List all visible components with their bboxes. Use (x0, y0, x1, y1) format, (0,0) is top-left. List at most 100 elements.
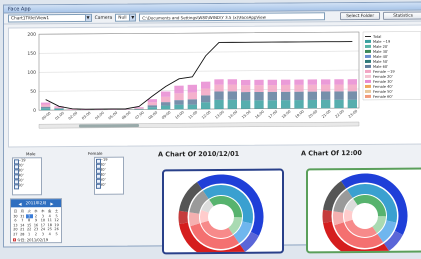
calendar-day[interactable]: 18 (46, 223, 53, 227)
y-tick-label: 50 (30, 89, 36, 95)
bar-segment (54, 108, 64, 109)
chart-select[interactable]: Chart1Title\View1 ▼ (8, 13, 92, 23)
female-age-list[interactable]: ~19 20' 30' 40' 50' 60' (94, 156, 124, 195)
scrollbar-thumb (79, 124, 139, 128)
chevron-left-icon[interactable]: ◀ (19, 201, 22, 206)
legend-swatch (365, 49, 371, 53)
donut-segment (201, 199, 214, 213)
legend-label: Male 40' (373, 55, 388, 59)
pie-chart-time (306, 167, 421, 259)
bar-segment (147, 107, 158, 110)
bar-segment (334, 91, 344, 100)
bar-segment (321, 99, 331, 109)
donut-segment (344, 209, 353, 223)
chevron-down-icon[interactable]: ▼ (84, 14, 91, 21)
calendar-day[interactable]: 6 (12, 218, 19, 222)
legend-label: Female 30' (373, 80, 393, 84)
bar-segment (241, 79, 251, 86)
female-age-checkbox[interactable]: 60' (95, 183, 123, 188)
calendar-day[interactable]: 16 (33, 223, 40, 227)
calendar-day[interactable]: 19 (53, 223, 60, 227)
calendar-day[interactable]: 30 (12, 214, 19, 218)
calendar-day[interactable]: 25 (46, 227, 53, 231)
bar-segment (147, 105, 158, 108)
calendar-day[interactable]: 4 (46, 214, 53, 218)
calendar-day[interactable]: 7 (19, 218, 26, 222)
folder-path-field[interactable]: C:\Documents and Settings\W80\WIND\Y 3.5… (139, 12, 326, 22)
calendar-day[interactable]: 5 (53, 232, 60, 236)
bar-segment (307, 84, 317, 92)
camera-select[interactable]: Null ▼ (115, 13, 137, 22)
x-tick-label: 04:00 (94, 110, 105, 120)
calendar-weekday: 金 (48, 209, 52, 214)
bar-segment (214, 84, 224, 92)
male-age-checkbox[interactable]: 60' (13, 183, 41, 188)
bar-segment (174, 85, 184, 94)
calendar-day[interactable]: 23 (33, 227, 40, 231)
x-tick-label: 21:00 (321, 109, 332, 119)
calendar-day[interactable]: 10 (39, 218, 46, 222)
bar-segment (187, 84, 198, 93)
chevron-right-icon[interactable]: ▶ (50, 201, 53, 206)
calendar-day[interactable]: 3 (39, 214, 46, 218)
calendar-day[interactable]: 2 (33, 214, 40, 218)
bar-segment (334, 99, 344, 109)
calendar-day[interactable]: 2 (33, 232, 40, 236)
app-window: Face App Chart1Title\View1 ▼ Camera Null… (3, 1, 421, 259)
pie-chart-date (162, 168, 284, 259)
x-tick-label: 16:00 (254, 109, 265, 119)
calendar-day[interactable]: 14 (19, 223, 26, 227)
calendar-day[interactable]: 21 (19, 227, 26, 231)
calendar-day[interactable]: 22 (26, 227, 33, 231)
calendar-day[interactable]: 5 (53, 214, 60, 218)
bar-segment (187, 92, 198, 100)
legend-swatch (365, 44, 371, 48)
calendar-day[interactable]: 12 (53, 218, 60, 222)
calendar-day[interactable]: 17 (39, 223, 46, 227)
x-tick-label: 02:00 (68, 111, 79, 121)
calendar-day[interactable]: 28 (19, 232, 26, 236)
pie-title-date: A Chart Of 2010/12/01 (158, 149, 240, 159)
calendar-day[interactable]: 1 (26, 232, 33, 236)
calendar-day[interactable]: 11 (46, 218, 53, 222)
calendar-day[interactable]: 3 (39, 232, 46, 236)
calendar-day[interactable]: 26 (53, 227, 60, 231)
calendar-day[interactable]: 8 (26, 218, 33, 222)
legend-swatch (365, 69, 371, 73)
legend-label: Female 50' (373, 90, 393, 94)
calendar-day[interactable]: 24 (39, 227, 46, 231)
x-tick-label: 15:00 (241, 109, 252, 119)
calendar-day[interactable]: 9 (33, 218, 40, 222)
calendar-today[interactable]: 今日: 2011/02/19 (11, 238, 61, 243)
calendar-day[interactable]: 13 (12, 223, 19, 227)
x-tick-label: 20:00 (308, 109, 319, 119)
gridline (39, 69, 359, 73)
legend-label: Male 30' (373, 50, 388, 54)
calendar-day[interactable]: 1 (25, 213, 33, 218)
select-folder-button[interactable]: Select Folder (340, 11, 381, 21)
bar-segment (321, 79, 331, 85)
bar-segment (281, 79, 291, 85)
bar-segment (254, 85, 264, 93)
bar-chart: 0 50 100 150 200 00:00 01:00 02:00 03:00 04:00 05:… (27, 31, 421, 129)
male-age-list[interactable]: ~19 20' 30' 40' 50' 60' (12, 157, 42, 196)
calendar-day[interactable]: 20 (12, 227, 19, 231)
bar-segment (281, 100, 291, 109)
calendar-day[interactable]: 15 (26, 223, 33, 227)
bar-segment (241, 92, 251, 101)
chevron-down-icon[interactable]: ▼ (129, 14, 136, 21)
calendar-day[interactable]: 31 (19, 214, 26, 218)
bar-segment (41, 108, 51, 111)
bar-segment (147, 99, 158, 103)
bar-segment (41, 102, 51, 105)
x-tick-label: 14:00 (228, 109, 239, 119)
bar-segment (294, 100, 304, 109)
pie-panel-date: A Chart Of 2010/12/01 (158, 149, 308, 259)
legend-swatch (365, 64, 371, 68)
calendar-day[interactable]: 4 (46, 232, 53, 236)
calendar[interactable]: ◀ 2011年2月 ▶ 日月火水木金土 30 31 1 2 3 4 5 6 7 8 9 10 11 12 13… (10, 198, 62, 244)
calendar-weekday: 日 (13, 209, 18, 214)
statistics-button[interactable]: Statistics (383, 11, 421, 20)
bar-segment (321, 84, 331, 92)
calendar-day[interactable]: 27 (12, 232, 19, 236)
